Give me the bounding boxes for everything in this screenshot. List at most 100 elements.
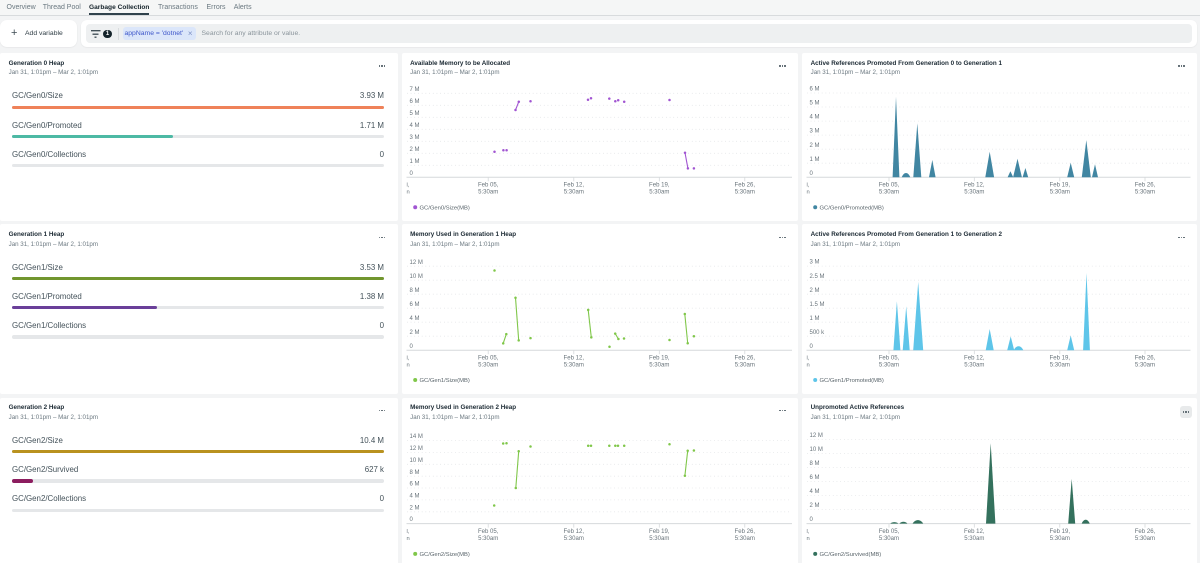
svg-text:Feb 05,: Feb 05,	[477, 183, 498, 189]
svg-text:5:30am: 5:30am	[649, 363, 669, 369]
svg-text:8 M: 8 M	[409, 469, 419, 475]
svg-text:5:30am: 5:30am	[1135, 363, 1155, 369]
svg-text:l,: l,	[807, 356, 810, 362]
svg-text:3 M: 3 M	[810, 260, 820, 266]
svg-text:Feb 19,: Feb 19,	[649, 356, 670, 362]
svg-text:Feb 12,: Feb 12,	[563, 528, 584, 534]
svg-text:Feb 19,: Feb 19,	[649, 183, 670, 189]
svg-text:1 M: 1 M	[810, 157, 820, 163]
svg-text:Feb 19,: Feb 19,	[1050, 528, 1071, 534]
svg-text:GC/Gen2/Size(MB): GC/Gen2/Size(MB)	[419, 552, 469, 558]
svg-text:5:30am: 5:30am	[1050, 363, 1070, 369]
svg-text:GC/Gen0/Size(MB): GC/Gen0/Size(MB)	[419, 205, 469, 211]
svg-text:10 M: 10 M	[409, 274, 422, 280]
svg-text:Feb 26,: Feb 26,	[734, 528, 755, 534]
svg-text:5 M: 5 M	[810, 101, 820, 107]
svg-text:5 M: 5 M	[409, 111, 419, 117]
svg-text:3 M: 3 M	[409, 135, 419, 141]
svg-text:l,: l,	[807, 528, 810, 534]
svg-text:5:30am: 5:30am	[563, 190, 583, 196]
svg-text:GC/Gen2/Survived(MB): GC/Gen2/Survived(MB)	[820, 552, 882, 558]
svg-text:Feb 05,: Feb 05,	[477, 528, 498, 534]
svg-text:n: n	[807, 535, 810, 541]
svg-text:2 M: 2 M	[810, 288, 820, 294]
svg-text:5:30am: 5:30am	[1135, 535, 1155, 541]
svg-text:5:30am: 5:30am	[478, 535, 498, 541]
svg-text:5:30am: 5:30am	[1050, 535, 1070, 541]
svg-text:8 M: 8 M	[810, 461, 820, 467]
svg-text:5:30am: 5:30am	[649, 190, 669, 196]
svg-text:l,: l,	[807, 183, 810, 189]
svg-text:12 M: 12 M	[409, 446, 422, 452]
svg-text:3 M: 3 M	[810, 129, 820, 135]
svg-text:Feb 26,: Feb 26,	[734, 356, 755, 362]
svg-text:2.5 M: 2.5 M	[810, 274, 825, 280]
svg-text:l,: l,	[406, 528, 409, 534]
svg-text:0: 0	[810, 171, 814, 177]
svg-text:6 M: 6 M	[810, 475, 820, 481]
svg-text:n: n	[807, 190, 810, 196]
svg-text:Feb 19,: Feb 19,	[1050, 356, 1071, 362]
svg-text:0: 0	[409, 517, 413, 523]
svg-text:n: n	[406, 190, 409, 196]
svg-text:5:30am: 5:30am	[563, 363, 583, 369]
svg-text:4 M: 4 M	[810, 489, 820, 495]
svg-text:7 M: 7 M	[409, 87, 419, 93]
svg-text:4 M: 4 M	[409, 316, 419, 322]
svg-text:5:30am: 5:30am	[964, 535, 984, 541]
svg-text:Feb 05,: Feb 05,	[879, 183, 900, 189]
svg-text:Feb 05,: Feb 05,	[477, 356, 498, 362]
svg-text:n: n	[406, 535, 409, 541]
svg-text:2 M: 2 M	[409, 147, 419, 153]
svg-text:GC/Gen1/Promoted(MB): GC/Gen1/Promoted(MB)	[820, 378, 884, 384]
svg-text:6 M: 6 M	[409, 302, 419, 308]
svg-text:Feb 26,: Feb 26,	[1135, 356, 1156, 362]
svg-text:1 M: 1 M	[810, 316, 820, 322]
svg-text:1 M: 1 M	[409, 159, 419, 165]
svg-text:5:30am: 5:30am	[478, 363, 498, 369]
svg-text:5:30am: 5:30am	[964, 363, 984, 369]
svg-text:12 M: 12 M	[409, 260, 422, 266]
svg-text:5:30am: 5:30am	[734, 190, 754, 196]
svg-text:0: 0	[810, 344, 814, 350]
svg-text:8 M: 8 M	[409, 288, 419, 294]
svg-text:Feb 12,: Feb 12,	[964, 528, 985, 534]
svg-text:l,: l,	[406, 356, 409, 362]
svg-text:Feb 19,: Feb 19,	[1050, 183, 1071, 189]
svg-text:Feb 12,: Feb 12,	[563, 183, 584, 189]
svg-text:0: 0	[409, 344, 413, 350]
svg-text:10 M: 10 M	[409, 457, 422, 463]
svg-text:5:30am: 5:30am	[734, 535, 754, 541]
svg-text:2 M: 2 M	[409, 330, 419, 336]
svg-text:5:30am: 5:30am	[879, 535, 899, 541]
svg-text:Feb 12,: Feb 12,	[964, 356, 985, 362]
svg-text:5:30am: 5:30am	[964, 190, 984, 196]
svg-text:5:30am: 5:30am	[1135, 190, 1155, 196]
svg-text:5:30am: 5:30am	[1050, 190, 1070, 196]
svg-text:GC/Gen0/Promoted(MB): GC/Gen0/Promoted(MB)	[820, 205, 884, 211]
svg-text:0: 0	[810, 517, 814, 523]
svg-text:14 M: 14 M	[409, 434, 422, 440]
svg-text:0: 0	[409, 171, 413, 177]
svg-text:n: n	[406, 363, 409, 369]
svg-text:5:30am: 5:30am	[649, 535, 669, 541]
svg-text:Feb 12,: Feb 12,	[964, 183, 985, 189]
svg-text:6 M: 6 M	[409, 481, 419, 487]
svg-text:2 M: 2 M	[810, 503, 820, 509]
svg-text:5:30am: 5:30am	[734, 363, 754, 369]
svg-text:12 M: 12 M	[810, 433, 823, 439]
svg-text:4 M: 4 M	[810, 115, 820, 121]
svg-text:2 M: 2 M	[810, 143, 820, 149]
svg-text:Feb 26,: Feb 26,	[1135, 183, 1156, 189]
svg-text:5:30am: 5:30am	[879, 190, 899, 196]
svg-text:2 M: 2 M	[409, 505, 419, 511]
svg-text:5:30am: 5:30am	[478, 190, 498, 196]
svg-text:Feb 26,: Feb 26,	[1135, 528, 1156, 534]
svg-text:Feb 12,: Feb 12,	[563, 356, 584, 362]
svg-text:Feb 05,: Feb 05,	[879, 356, 900, 362]
svg-text:5:30am: 5:30am	[879, 363, 899, 369]
svg-text:Feb 05,: Feb 05,	[879, 528, 900, 534]
svg-text:500 k: 500 k	[810, 330, 826, 336]
svg-text:1.5 M: 1.5 M	[810, 302, 825, 308]
svg-text:4 M: 4 M	[409, 493, 419, 499]
